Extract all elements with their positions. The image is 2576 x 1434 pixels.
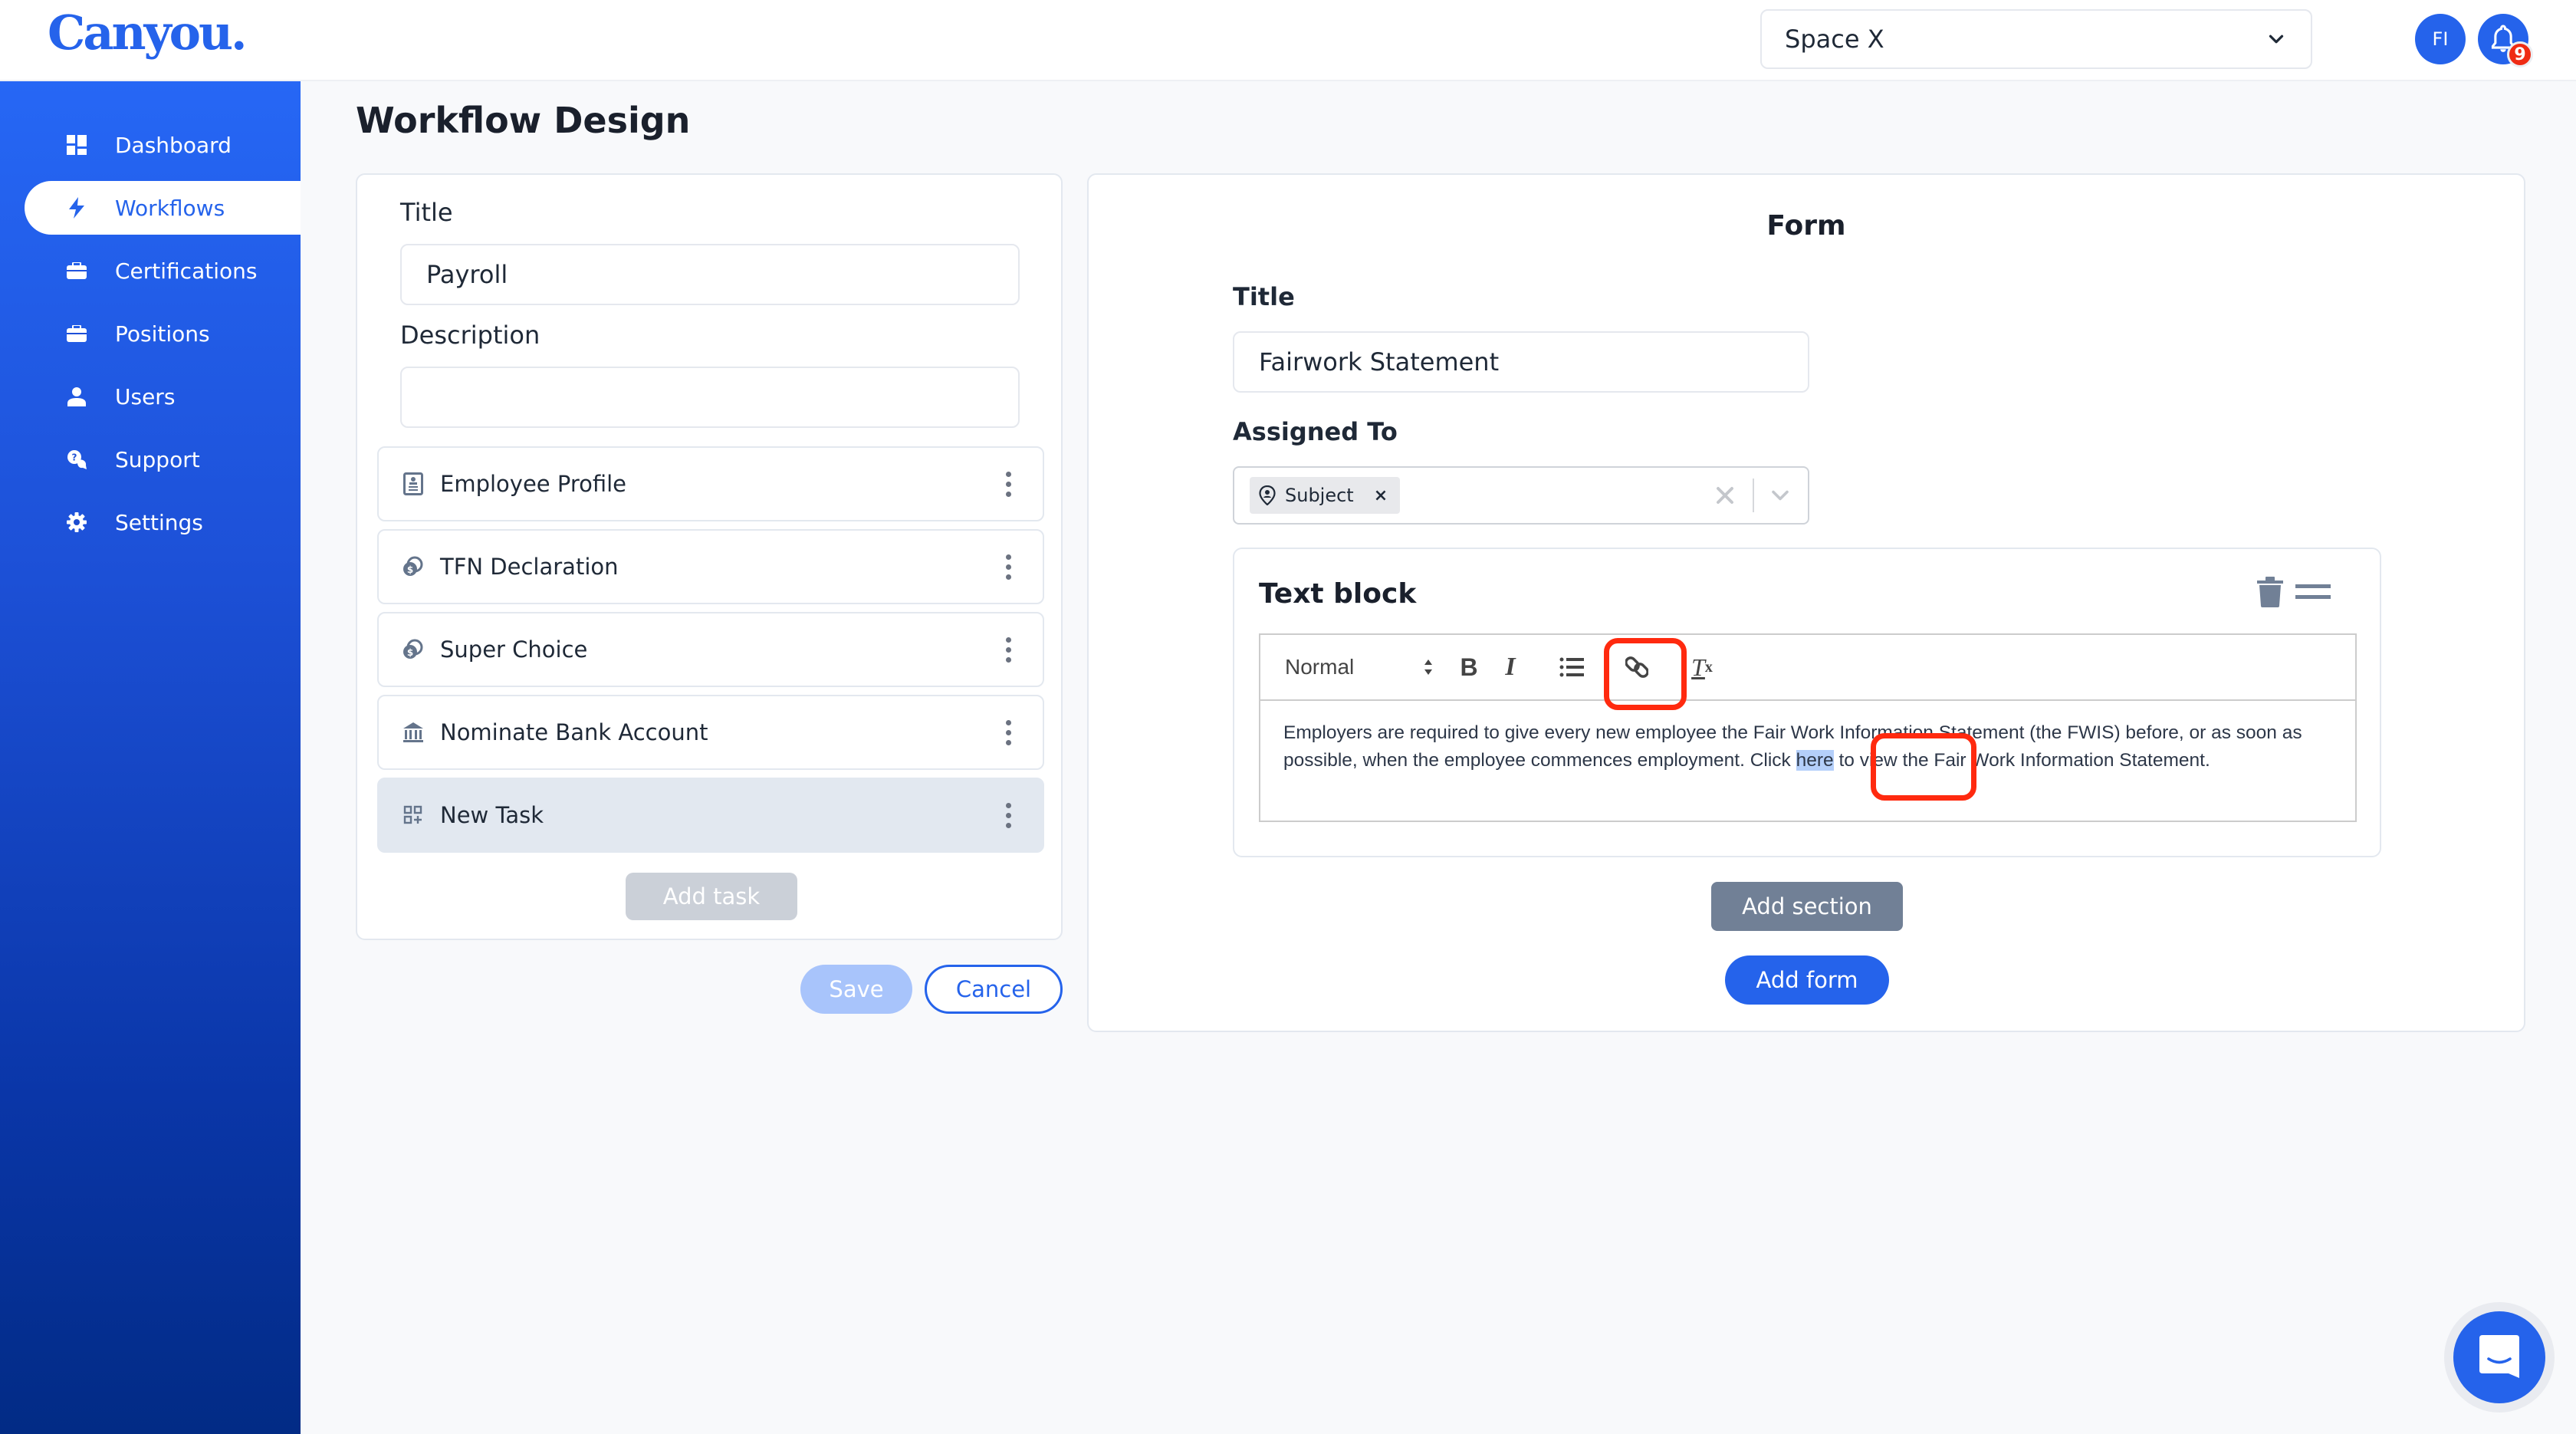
clear-selection-icon[interactable] (1711, 482, 1739, 509)
top-bar: Canyou. Space X FI 9 (0, 0, 2576, 81)
workflow-card: Title Payroll Description Employee Profi… (356, 173, 1063, 940)
task-label: Nominate Bank Account (440, 719, 708, 745)
annotation-highlight-selected-text (1871, 733, 1976, 801)
sidebar-item-positions[interactable]: Positions (25, 307, 301, 360)
more-options-icon[interactable] (997, 636, 1020, 663)
page-title: Workflow Design (356, 100, 691, 141)
task-label: Super Choice (440, 636, 588, 663)
sidebar-item-support[interactable]: ? Support (25, 433, 301, 486)
svg-text:$: $ (407, 564, 413, 575)
clear-formatting-button[interactable]: Tx (1685, 650, 1719, 684)
chevron-down-icon[interactable] (1765, 482, 1796, 509)
task-item[interactable]: $ TFN Declaration (377, 529, 1044, 604)
task-label: New Task (440, 802, 544, 828)
support-chat-icon: ? (57, 449, 97, 469)
save-button[interactable]: Save (800, 965, 912, 1014)
coin-icon: $ (402, 638, 425, 661)
form-title-label: Title (1233, 282, 1295, 311)
briefcase-icon (57, 262, 97, 279)
editor-content[interactable]: Employers are required to give every new… (1283, 719, 2341, 775)
sidebar-item-workflows[interactable]: Workflows (25, 181, 301, 235)
workflow-title-label: Title (400, 198, 453, 227)
trash-icon[interactable] (2257, 577, 2283, 607)
gear-icon (57, 512, 97, 532)
workflow-title-input[interactable]: Payroll (400, 244, 1020, 305)
space-select-value: Space X (1785, 25, 1884, 54)
bold-button[interactable]: B (1454, 650, 1484, 684)
sidebar-item-settings[interactable]: Settings (25, 495, 301, 549)
bullet-list-button[interactable] (1555, 650, 1589, 684)
more-options-icon[interactable] (997, 554, 1020, 580)
sidebar-item-dashboard[interactable]: Dashboard (25, 118, 301, 172)
chat-launcher-button[interactable] (2453, 1311, 2545, 1403)
add-section-button[interactable]: Add section (1711, 882, 1903, 931)
annotation-highlight-link-button (1604, 638, 1687, 710)
text-block-title: Text block (1259, 578, 1417, 610)
select-separator (1753, 479, 1754, 512)
form-title-input[interactable]: Fairwork Statement (1233, 331, 1809, 393)
coin-icon: $ (402, 555, 425, 578)
sidebar-item-users[interactable]: Users (25, 370, 301, 423)
cancel-button[interactable]: Cancel (925, 965, 1063, 1014)
sidebar-item-label: Support (115, 446, 200, 472)
add-grid-icon (402, 804, 425, 827)
header-format-select[interactable]: Normal (1285, 650, 1432, 684)
sidebar-item-label: Certifications (115, 258, 258, 284)
form-heading: Form (1766, 210, 1846, 242)
add-form-button[interactable]: Add form (1725, 955, 1889, 1005)
bank-icon (402, 721, 425, 744)
assigned-to-select[interactable]: Subject × (1233, 466, 1809, 525)
space-select[interactable]: Space X (1760, 9, 2312, 69)
sidebar-item-certifications[interactable]: Certifications (25, 244, 301, 298)
chevron-down-icon (2269, 35, 2284, 44)
sidebar-item-label: Users (115, 383, 176, 409)
more-options-icon[interactable] (997, 802, 1020, 828)
app-logo[interactable]: Canyou. (48, 5, 248, 61)
task-item[interactable]: $ Super Choice (377, 612, 1044, 687)
assignee-chip-label: Subject (1285, 485, 1354, 506)
task-item[interactable]: Nominate Bank Account (377, 695, 1044, 770)
sort-arrows-icon (1424, 659, 1432, 675)
svg-text:$: $ (407, 647, 413, 658)
editor-toolbar: Normal B I Tx (1260, 635, 2355, 701)
header-format-value: Normal (1285, 655, 1355, 679)
text-block-section: Text block Normal B I Tx Employers are r… (1233, 548, 2381, 857)
task-item-selected[interactable]: New Task (377, 778, 1044, 853)
user-avatar[interactable]: FI (2415, 14, 2466, 64)
workflow-description-label: Description (400, 321, 540, 350)
user-icon (57, 386, 97, 406)
sidebar: Dashboard Workflows Certifications Posit… (0, 81, 301, 1434)
task-label: TFN Declaration (440, 554, 619, 580)
list-icon (1559, 657, 1584, 677)
rich-text-editor[interactable]: Normal B I Tx Employers are required to … (1259, 633, 2357, 822)
profile-card-icon (402, 472, 425, 495)
more-options-icon[interactable] (997, 719, 1020, 745)
workflow-description-input[interactable] (400, 367, 1020, 428)
drag-handle-icon[interactable] (2295, 583, 2331, 601)
lightning-icon (57, 197, 97, 219)
svg-text:?: ? (72, 452, 77, 463)
add-task-button[interactable]: Add task (626, 873, 797, 920)
remove-chip-icon[interactable]: × (1374, 486, 1388, 505)
person-pin-icon (1259, 485, 1276, 505)
notification-count-badge: 9 (2507, 41, 2533, 67)
task-item[interactable]: Employee Profile (377, 446, 1044, 521)
briefcase-icon (57, 325, 97, 342)
task-label: Employee Profile (440, 471, 627, 497)
selected-text-here[interactable]: here (1796, 750, 1834, 771)
more-options-icon[interactable] (997, 471, 1020, 497)
dashboard-icon (57, 135, 97, 155)
sidebar-item-label: Dashboard (115, 132, 232, 158)
assigned-to-label: Assigned To (1233, 417, 1398, 446)
sidebar-item-label: Settings (115, 509, 203, 535)
sidebar-item-label: Workflows (115, 195, 225, 221)
sidebar-item-label: Positions (115, 321, 210, 347)
assignee-chip: Subject × (1250, 477, 1400, 514)
chat-icon (2479, 1335, 2519, 1378)
italic-button[interactable]: I (1495, 650, 1526, 684)
